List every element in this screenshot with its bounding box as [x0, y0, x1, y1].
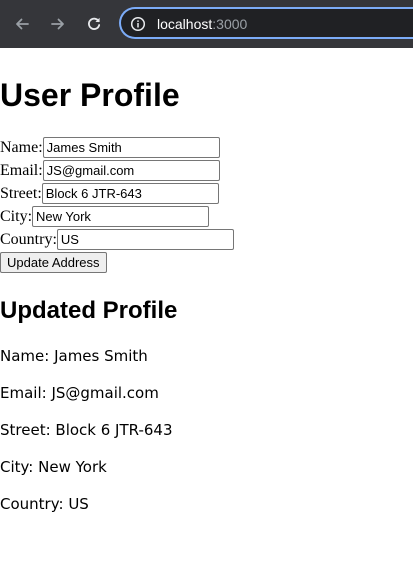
url-text[interactable]: localhost:3000 — [157, 16, 247, 32]
url-port: :3000 — [212, 16, 248, 32]
country-label: Country: — [0, 230, 57, 248]
updated-name-line: Name: James Smith — [0, 347, 148, 365]
arrow-right-icon — [51, 18, 64, 30]
back-button[interactable] — [10, 12, 34, 36]
country-input[interactable] — [56, 229, 234, 250]
street-label: Street: — [0, 184, 42, 202]
forward-button[interactable] — [46, 12, 70, 36]
email-label: Email: — [0, 161, 43, 179]
address-bar[interactable]: localhost:3000 — [119, 7, 413, 39]
street-input[interactable] — [41, 183, 219, 204]
name-row: Name: — [0, 137, 220, 158]
url-host: localhost — [157, 16, 213, 32]
arrow-left-icon — [16, 18, 29, 30]
site-info-button[interactable] — [129, 15, 147, 33]
reload-button[interactable] — [82, 12, 106, 36]
street-row: Street: — [0, 183, 219, 204]
update-address-button[interactable]: Update Address — [0, 252, 107, 273]
updated-email-line: Email: JS@gmail.com — [0, 384, 159, 402]
city-row: City: — [0, 206, 210, 227]
info-icon — [130, 16, 146, 32]
city-label: City: — [0, 207, 33, 225]
name-input[interactable] — [42, 137, 220, 158]
browser-toolbar: localhost:3000 — [0, 0, 413, 48]
updated-country-line: Country: US — [0, 495, 89, 513]
name-label: Name: — [0, 138, 43, 156]
email-input[interactable] — [42, 160, 220, 181]
updated-street-line: Street: Block 6 JTR-643 — [0, 421, 173, 439]
reload-icon — [88, 17, 101, 30]
country-row: Country: — [0, 229, 234, 250]
updated-city-line: City: New York — [0, 458, 107, 476]
page-title: User Profile — [0, 77, 180, 113]
city-input[interactable] — [32, 206, 210, 227]
email-row: Email: — [0, 160, 220, 181]
updated-profile-title: Updated Profile — [0, 297, 178, 324]
